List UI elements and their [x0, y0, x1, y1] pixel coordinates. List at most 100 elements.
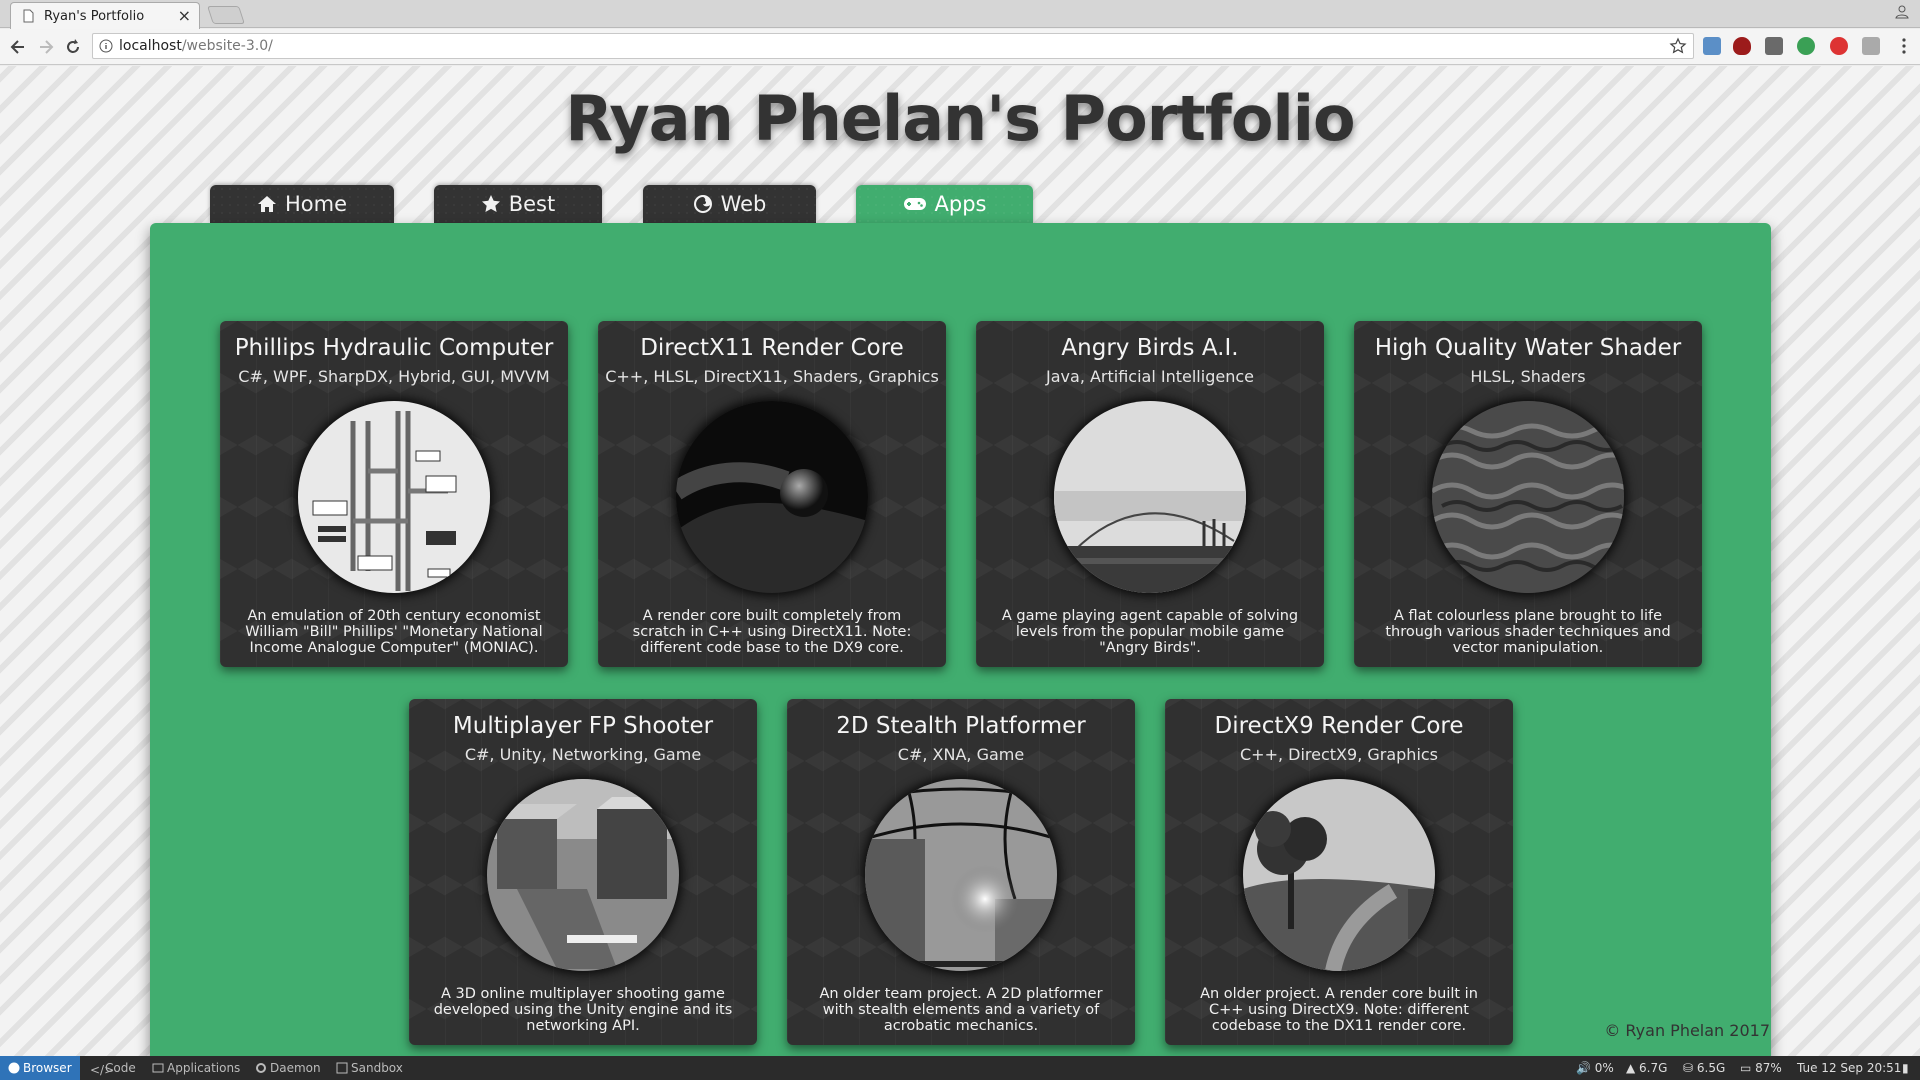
back-icon[interactable]	[8, 37, 28, 57]
tab-web[interactable]: Web	[643, 185, 816, 223]
project-card[interactable]: High Quality Water Shader HLSL, Shaders …	[1354, 321, 1702, 667]
card-title: Angry Birds A.I.	[1061, 335, 1239, 361]
card-title: 2D Stealth Platformer	[836, 713, 1086, 739]
tab-best-label: Best	[508, 192, 556, 216]
card-description: A 3D online multiplayer shooting game de…	[433, 986, 733, 1034]
project-card[interactable]: Phillips Hydraulic Computer C#, WPF, Sha…	[220, 321, 568, 667]
card-description: An older team project. A 2D platformer w…	[819, 986, 1103, 1034]
user-icon[interactable]	[1894, 4, 1910, 20]
desktop-taskbar: Browser </>Code Applications Daemon Sand…	[0, 1056, 1920, 1080]
volume-value: 0%	[1594, 1061, 1614, 1075]
page-icon	[23, 9, 34, 23]
card-thumbnail	[487, 779, 679, 971]
new-tab-button[interactable]	[207, 6, 245, 24]
taskbar-label: Applications	[167, 1061, 241, 1075]
card-description: A flat colourless plane brought to life …	[1385, 608, 1671, 656]
url-path: /website-3.0/	[181, 38, 273, 54]
tab-home-label: Home	[284, 192, 347, 216]
disk-value: 6.5G	[1696, 1061, 1726, 1075]
url-text: localhost/website-3.0/	[119, 38, 273, 54]
tray-battery: ▭ 87%	[1740, 1061, 1782, 1075]
extension-pen-icon[interactable]	[1765, 37, 1783, 55]
bookmark-star-icon[interactable]	[1669, 37, 1687, 55]
tray-volume[interactable]: 🔊 0%	[1576, 1056, 1614, 1080]
card-thumbnail	[865, 779, 1057, 971]
browser-toolbar: localhost/website-3.0/	[0, 29, 1920, 65]
project-card[interactable]: DirectX11 Render Core C++, HLSL, DirectX…	[598, 321, 946, 667]
taskbar-item-sandbox[interactable]: Sandbox	[328, 1056, 411, 1080]
card-title: DirectX9 Render Core	[1214, 713, 1464, 739]
project-card[interactable]: 2D Stealth Platformer C#, XNA, Game An o…	[787, 699, 1135, 1045]
forward-icon[interactable]	[36, 37, 56, 57]
card-description: An emulation of 20th century economist W…	[245, 608, 543, 656]
card-thumbnail	[1432, 401, 1624, 593]
card-thumbnail	[298, 401, 490, 593]
card-tags: C#, XNA, Game	[897, 745, 1025, 764]
taskbar-item-browser[interactable]: Browser	[0, 1056, 80, 1080]
firefox-icon	[693, 195, 712, 213]
tray-memory: ▲ 6.7G	[1626, 1061, 1668, 1075]
page-title: Ryan Phelan's Portfolio	[565, 82, 1355, 155]
card-title: DirectX11 Render Core	[640, 335, 904, 361]
taskbar-label: Code	[105, 1061, 136, 1075]
signal-icon: ▮	[1902, 1061, 1909, 1075]
home-icon	[257, 196, 276, 212]
tab-home[interactable]: Home	[210, 185, 394, 223]
info-icon[interactable]	[99, 39, 113, 53]
tray-disk: ⛁ 6.5G	[1683, 1061, 1726, 1075]
tab-title: Ryan's Portfolio	[44, 9, 145, 24]
card-tags: C#, WPF, SharpDX, Hybrid, GUI, MVVM	[238, 367, 550, 386]
card-thumbnail	[1243, 779, 1435, 971]
footer-copyright: © Ryan Phelan 2017	[1604, 1021, 1770, 1040]
extension-grid-icon[interactable]	[1862, 37, 1880, 55]
taskbar-item-daemon[interactable]: Daemon	[247, 1056, 329, 1080]
url-host: localhost	[119, 38, 182, 54]
menu-dots-icon[interactable]	[1902, 38, 1906, 54]
tab-apps-label: Apps	[934, 192, 987, 216]
extension-s-icon[interactable]	[1703, 37, 1721, 55]
taskbar-label: Daemon	[270, 1061, 321, 1075]
extension-green-icon[interactable]	[1797, 37, 1815, 55]
card-description: An older project. A render core built in…	[1200, 986, 1478, 1034]
ublock-icon[interactable]	[1733, 37, 1751, 55]
card-title: Multiplayer FP Shooter	[452, 713, 714, 739]
reload-icon[interactable]	[63, 37, 83, 57]
card-tags: HLSL, Shaders	[1470, 367, 1586, 386]
taskbar-label: Browser	[23, 1061, 72, 1075]
tray-clock[interactable]: Tue 12 Sep 20:51	[1797, 1056, 1901, 1080]
card-tags: Java, Artificial Intelligence	[1046, 367, 1254, 386]
memory-value: 6.7G	[1639, 1061, 1668, 1075]
taskbar-label: Sandbox	[351, 1061, 403, 1075]
address-bar[interactable]: localhost/website-3.0/	[92, 33, 1694, 59]
project-card[interactable]: Angry Birds A.I. Java, Artificial Intell…	[976, 321, 1324, 667]
taskbar-item-applications[interactable]: Applications	[144, 1056, 248, 1080]
card-tags: C++, DirectX9, Graphics	[1239, 745, 1439, 764]
card-title: Phillips Hydraulic Computer	[234, 335, 554, 361]
gamepad-icon	[903, 198, 926, 210]
close-tab-icon[interactable]: ×	[178, 6, 191, 25]
card-tags: C#, Unity, Networking, Game	[464, 745, 702, 764]
code-icon: </>	[90, 1063, 115, 1077]
card-description: A render core built completely from scra…	[632, 608, 912, 656]
battery-value: 87%	[1755, 1061, 1782, 1075]
tab-web-label: Web	[720, 192, 767, 216]
project-card[interactable]: DirectX9 Render Core C++, DirectX9, Grap…	[1165, 699, 1513, 1045]
card-thumbnail	[676, 401, 868, 593]
sandbox-icon	[336, 1062, 348, 1074]
card-title: High Quality Water Shader	[1374, 335, 1682, 361]
taskbar-item-code[interactable]: </>Code	[82, 1056, 144, 1080]
card-thumbnail	[1054, 401, 1246, 593]
apps-panel: Phillips Hydraulic Computer C#, WPF, Sha…	[150, 223, 1771, 1056]
page-viewport: Ryan Phelan's Portfolio Home Best Web Ap…	[0, 66, 1920, 1056]
browser-icon	[8, 1062, 20, 1074]
gears-icon	[256, 1063, 266, 1073]
card-tags: C++, HLSL, DirectX11, Shaders, Graphics	[605, 367, 939, 386]
extension-red-icon[interactable]	[1830, 37, 1848, 55]
card-description: A game playing agent capable of solving …	[1001, 608, 1299, 656]
browser-tabstrip: Ryan's Portfolio ×	[0, 0, 1920, 29]
project-card[interactable]: Multiplayer FP Shooter C#, Unity, Networ…	[409, 699, 757, 1045]
browser-tab[interactable]: Ryan's Portfolio ×	[10, 2, 200, 29]
window-icon	[152, 1063, 164, 1073]
star-icon	[481, 195, 500, 212]
tab-best[interactable]: Best	[434, 185, 602, 223]
